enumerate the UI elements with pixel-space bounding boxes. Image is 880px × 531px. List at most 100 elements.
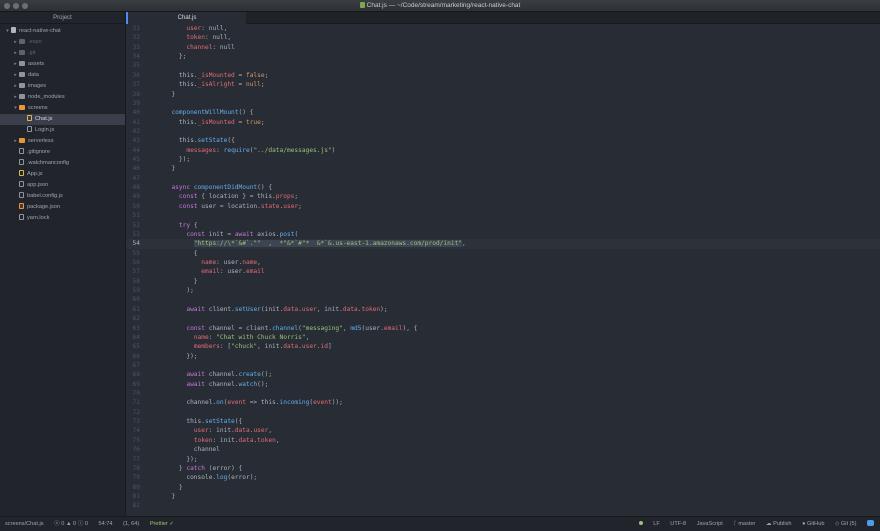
status-file-path[interactable]: screens/Chat.js xyxy=(5,517,44,531)
twitter-icon[interactable] xyxy=(867,520,874,526)
code-editor[interactable]: 31 user: null, 32 token: null, 33 channel:… xyxy=(126,24,880,516)
tree-item[interactable]: app.json xyxy=(0,180,125,191)
code-line[interactable]: 66 }); xyxy=(126,352,880,361)
status-cursor-position[interactable]: 54:74 xyxy=(99,517,113,531)
code-line[interactable]: 65 members: ["chuck", init.data.user.id] xyxy=(126,342,880,351)
code-line[interactable]: 68 await channel.create(); xyxy=(126,370,880,379)
code-line[interactable]: 44 messages: require("../data/messages.j… xyxy=(126,146,880,155)
code-line[interactable]: 74 user: init.data.user, xyxy=(126,426,880,435)
code-line[interactable]: 51 xyxy=(126,211,880,220)
status-branch[interactable]: ᚴ master xyxy=(733,517,755,531)
code-line[interactable]: 81 } xyxy=(126,492,880,501)
status-diagnostics[interactable]: ⓧ 0 ▲ 0 ⓘ 0 xyxy=(54,517,88,531)
code-line[interactable]: 61 await client.setUser(init.data.user, … xyxy=(126,305,880,314)
line-number: 54 xyxy=(132,240,140,248)
code-line[interactable]: 55 { xyxy=(126,249,880,258)
tree-item[interactable]: ▸ images xyxy=(0,81,125,92)
code-line[interactable]: 62 xyxy=(126,314,880,323)
line-number: 42 xyxy=(132,127,140,135)
code-line[interactable]: 40 componentWillMount() { xyxy=(126,108,880,117)
code-token: { xyxy=(164,249,198,257)
code-token: this. xyxy=(164,418,205,426)
code-token: name xyxy=(201,258,217,266)
code-line[interactable]: 78 } catch (error) { xyxy=(126,464,880,473)
tree-item[interactable]: yarn.lock xyxy=(0,213,125,224)
code-line[interactable]: 45 }); xyxy=(126,155,880,164)
code-token: const xyxy=(186,324,205,332)
code-token: user xyxy=(301,305,317,313)
tree-item[interactable]: package.json xyxy=(0,202,125,213)
code-line[interactable]: 60 xyxy=(126,295,880,304)
code-line[interactable]: 36 this._isMounted = false; xyxy=(126,71,880,80)
tree-item[interactable]: ▸ serverless xyxy=(0,136,125,147)
tree-item[interactable]: .gitignore xyxy=(0,147,125,158)
code-line[interactable]: 39 xyxy=(126,99,880,108)
code-line[interactable]: 48 async componentDidMount() { xyxy=(126,183,880,192)
code-line[interactable]: 32 token: null, xyxy=(126,33,880,42)
tree-item[interactable]: ▸ data xyxy=(0,70,125,81)
status-selection-count[interactable]: (1, 64) xyxy=(123,517,139,531)
code-line[interactable]: 67 xyxy=(126,361,880,370)
code-line[interactable]: 79 console.log(error); xyxy=(126,473,880,482)
code-line[interactable]: 73 this.setState({ xyxy=(126,417,880,426)
code-line[interactable]: 64 name: "Chat with Chuck Norris", xyxy=(126,333,880,342)
code-line[interactable]: 57 email: user.email xyxy=(126,267,880,276)
tree-item[interactable]: Login.js xyxy=(0,125,125,136)
code-line[interactable]: 47 xyxy=(126,174,880,183)
code-token: this. xyxy=(164,81,198,89)
tree-item[interactable]: ▸ node_modules xyxy=(0,92,125,103)
tab-chat-js[interactable]: Chat.js xyxy=(126,12,246,24)
code-line[interactable]: 82 xyxy=(126,501,880,510)
status-prettier[interactable]: Prettier ✓ xyxy=(150,517,174,531)
tree-item[interactable]: Chat.js xyxy=(0,114,125,125)
code-line[interactable]: 52 try { xyxy=(126,221,880,230)
tree-item[interactable]: App.js xyxy=(0,169,125,180)
code-line[interactable]: 33 channel: null xyxy=(126,43,880,52)
tree-item[interactable]: ▾ react-native-chat xyxy=(0,26,125,37)
code-line[interactable]: 69 await channel.watch(); xyxy=(126,380,880,389)
tree-item[interactable]: ▸ .expo xyxy=(0,37,125,48)
status-encoding[interactable]: UTF-8 xyxy=(670,517,686,531)
code-line[interactable]: 46 } xyxy=(126,164,880,173)
code-line[interactable]: 76 channel xyxy=(126,445,880,454)
code-line[interactable]: 53 const init = await axios.post( xyxy=(126,230,880,239)
code-line[interactable]: 43 this.setState({ xyxy=(126,136,880,145)
tree-item[interactable]: babel.config.js xyxy=(0,191,125,202)
code-line[interactable]: 58 } xyxy=(126,277,880,286)
code-line[interactable]: 37 this._isAlright = null; xyxy=(126,80,880,89)
code-line[interactable]: 31 user: null, xyxy=(126,24,880,33)
code-line[interactable]: 42 xyxy=(126,127,880,136)
code-line[interactable]: 63 const channel = client.channel("messa… xyxy=(126,324,880,333)
code-line[interactable]: 75 token: init.data.token, xyxy=(126,436,880,445)
code-line[interactable]: 50 const user = location.state.user; xyxy=(126,202,880,211)
code-line[interactable]: 34 }; xyxy=(126,52,880,61)
code-line[interactable]: 70 xyxy=(126,389,880,398)
code-line[interactable]: 80 } xyxy=(126,483,880,492)
tree-item[interactable]: ▸ .git xyxy=(0,48,125,59)
tree-item[interactable]: ▸ assets xyxy=(0,59,125,70)
code-token: = xyxy=(234,71,246,79)
tree-item[interactable]: .watchmanconfig xyxy=(0,158,125,169)
code-line[interactable]: 41 this._isMounted = true; xyxy=(126,118,880,127)
status-github[interactable]: ● GitHub xyxy=(802,517,824,531)
code-line[interactable]: 77 }); xyxy=(126,455,880,464)
code-token: setUser xyxy=(234,305,261,313)
code-line[interactable]: 59 ); xyxy=(126,286,880,295)
code-line[interactable]: 49 const { location } = this.props; xyxy=(126,192,880,201)
github-icon: ● xyxy=(802,521,806,527)
code-token: ; xyxy=(260,118,265,126)
code-line[interactable]: 54 "https://\*`&#`."" , *"&*`#"* &*`&.us… xyxy=(126,239,880,249)
code-line[interactable]: 56 name: user.name, xyxy=(126,258,880,267)
tree-item[interactable]: ▾ screens xyxy=(0,103,125,114)
code-line[interactable]: 38 } xyxy=(126,90,880,99)
code-line[interactable]: 35 xyxy=(126,61,880,70)
code-token: = xyxy=(234,81,246,89)
code-line[interactable]: 72 xyxy=(126,408,880,417)
status-publish[interactable]: ☁ Publish xyxy=(766,517,792,531)
status-line-ending[interactable]: LF xyxy=(653,517,660,531)
status-grammar[interactable]: JavaScript xyxy=(697,517,723,531)
code-token: data xyxy=(238,436,254,444)
code-line[interactable]: 71 channel.on(event => this.incoming(eve… xyxy=(126,398,880,407)
status-git[interactable]: ◇ Git (5) xyxy=(835,517,856,531)
